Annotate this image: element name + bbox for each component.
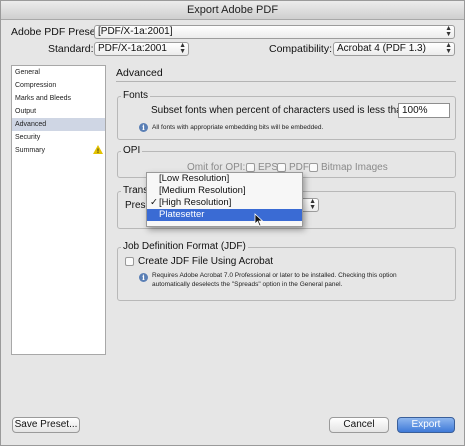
eps-checkbox[interactable] <box>246 163 255 172</box>
menu-item-medium-resolution[interactable]: [Medium Resolution] <box>147 185 302 197</box>
preset-select[interactable]: [PDF/X-1a:2001] ▲ ▼ <box>94 25 455 39</box>
stepper-arrows-icon: ▲ ▼ <box>309 198 316 211</box>
menu-item-low-resolution[interactable]: [Low Resolution] <box>147 173 302 185</box>
preset-label: Adobe PDF Preset: <box>11 26 102 38</box>
compatibility-value: Acrobat 4 (PDF 1.3) <box>337 43 426 54</box>
export-pdf-dialog: Export Adobe PDF Adobe PDF Preset: [PDF/… <box>0 0 465 446</box>
sidebar-item-advanced[interactable]: Advanced <box>12 118 105 131</box>
sidebar-item-compression[interactable]: Compression <box>12 79 105 92</box>
create-jdf-label: Create JDF File Using Acrobat <box>138 256 274 267</box>
stepper-arrows-icon: ▲ ▼ <box>179 42 186 55</box>
panel-divider <box>116 81 456 82</box>
standard-label: Standard: <box>48 43 94 55</box>
fonts-group-title: Fonts <box>121 90 151 101</box>
stepper-arrows-icon: ▲ ▼ <box>445 42 452 55</box>
warning-icon: ! <box>93 145 103 155</box>
preset-value: [PDF/X-1a:2001] <box>98 26 173 37</box>
menu-item-high-resolution[interactable]: ✓ [High Resolution] <box>147 197 302 209</box>
jdf-note-line1: Requires Adobe Acrobat 7.0 Professional … <box>152 272 397 279</box>
pdf-checkbox[interactable] <box>277 163 286 172</box>
standard-select[interactable]: PDF/X-1a:2001 ▲ ▼ <box>94 42 189 56</box>
sidebar-item-marks-and-bleeds[interactable]: Marks and Bleeds <box>12 92 105 105</box>
subset-percent-field[interactable]: 100% <box>398 103 450 118</box>
opi-group-title: OPI <box>121 145 143 156</box>
jdf-note-line2: automatically deselects the "Spreads" op… <box>152 281 343 288</box>
cancel-button[interactable]: Cancel <box>329 417 389 433</box>
category-sidebar: General Compression Marks and Bleeds Out… <box>11 65 106 355</box>
bitmap-images-checkbox[interactable] <box>309 163 318 172</box>
standard-value: PDF/X-1a:2001 <box>98 43 167 54</box>
save-preset-button[interactable]: Save Preset... <box>12 417 80 433</box>
info-icon: i <box>139 123 148 132</box>
flattener-preset-menu: [Low Resolution] [Medium Resolution] ✓ [… <box>146 172 303 227</box>
create-jdf-checkbox[interactable] <box>125 257 134 266</box>
mouse-pointer-icon <box>254 213 264 227</box>
stepper-arrows-icon: ▲ ▼ <box>445 25 452 38</box>
sidebar-item-general[interactable]: General <box>12 66 105 79</box>
sidebar-item-output[interactable]: Output <box>12 105 105 118</box>
window-title: Export Adobe PDF <box>1 1 464 20</box>
sidebar-item-summary[interactable]: Summary ! <box>12 144 105 157</box>
subset-fonts-label: Subset fonts when percent of characters … <box>151 105 411 116</box>
menu-item-platesetter[interactable]: Platesetter <box>147 209 302 221</box>
info-icon: i <box>139 273 148 282</box>
panel-title: Advanced <box>116 67 163 79</box>
sidebar-item-security[interactable]: Security <box>12 131 105 144</box>
jdf-group-title: Job Definition Format (JDF) <box>121 241 248 252</box>
export-button[interactable]: Export <box>397 417 455 433</box>
checkmark-icon: ✓ <box>150 197 158 208</box>
fonts-note: All fonts with appropriate embedding bit… <box>152 124 324 131</box>
compatibility-select[interactable]: Acrobat 4 (PDF 1.3) ▲ ▼ <box>333 42 455 56</box>
bitmap-images-label: Bitmap Images <box>321 162 388 173</box>
compatibility-label: Compatibility: <box>269 43 333 55</box>
